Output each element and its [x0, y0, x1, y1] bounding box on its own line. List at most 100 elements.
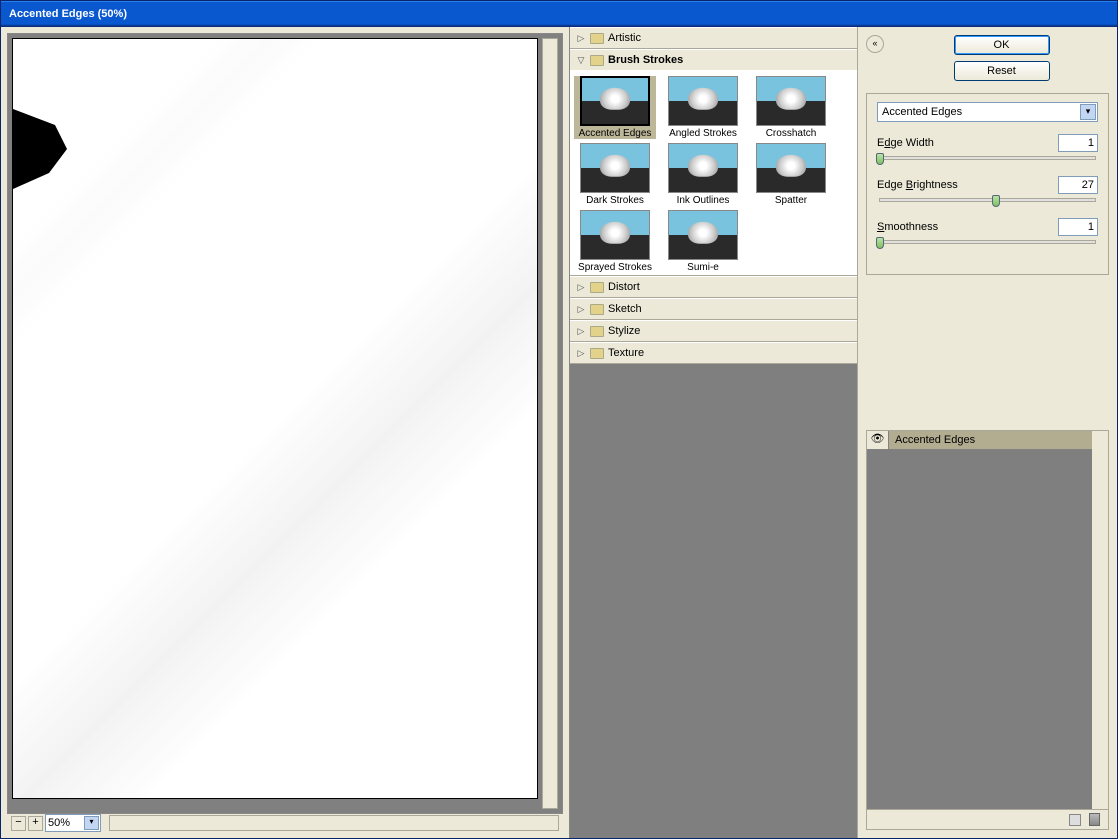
layers-scrollbar[interactable] — [1092, 431, 1108, 809]
brush-thumbnails: Accented Edges Angled Strokes Crosshatch — [570, 70, 857, 275]
folder-icon — [590, 304, 604, 315]
category-label: Artistic — [608, 32, 641, 44]
side-panel: « OK Reset Accented Edges ▾ Edge Width 1 — [857, 27, 1117, 838]
param-label: Edge Brightness — [877, 179, 958, 191]
smoothness-slider[interactable] — [879, 240, 1096, 244]
slider-thumb[interactable] — [876, 237, 884, 249]
filter-thumb-icon — [756, 143, 826, 193]
filter-thumb-icon — [668, 143, 738, 193]
preview-image[interactable] — [12, 38, 538, 799]
filter-list: ▷ Artistic ▽ Brush Strokes Accente — [570, 27, 857, 364]
ok-button[interactable]: OK — [954, 35, 1050, 55]
category-artistic-header[interactable]: ▷ Artistic — [570, 28, 857, 48]
chevron-down-icon[interactable]: ▾ — [1080, 104, 1096, 120]
effect-layer-name: Accented Edges — [889, 434, 1092, 446]
category-sketch-header[interactable]: ▷ Sketch — [570, 299, 857, 319]
edge-brightness-input[interactable]: 27 — [1058, 176, 1098, 194]
slider-thumb[interactable] — [876, 153, 884, 165]
visibility-eye-icon[interactable]: 👁 — [867, 431, 889, 449]
zoom-out-button[interactable]: − — [11, 816, 26, 831]
filter-thumb-icon — [756, 76, 826, 126]
filter-spatter[interactable]: Spatter — [750, 143, 832, 206]
filter-categories-panel: ▷ Artistic ▽ Brush Strokes Accente — [569, 27, 857, 838]
category-texture: ▷ Texture — [570, 342, 857, 364]
filter-thumb-icon — [580, 210, 650, 260]
zoom-in-button[interactable]: + — [28, 816, 43, 831]
param-edge-brightness: Edge Brightness 27 — [877, 176, 1098, 202]
category-stylize-header[interactable]: ▷ Stylize — [570, 321, 857, 341]
preview-sketch-canvas — [13, 39, 537, 798]
layer-footer — [867, 809, 1108, 829]
new-effect-layer-icon[interactable] — [1069, 814, 1081, 826]
triangle-right-icon: ▷ — [576, 326, 586, 337]
effect-layers-panel: 👁 Accented Edges — [866, 430, 1109, 830]
layer-list: 👁 Accented Edges — [867, 431, 1092, 809]
zoom-combo[interactable]: 50% ▾ — [45, 814, 101, 832]
filter-thumb-icon — [580, 143, 650, 193]
param-label: Smoothness — [877, 221, 938, 233]
param-label: Edge Width — [877, 137, 934, 149]
category-stylize: ▷ Stylize — [570, 320, 857, 342]
trash-icon[interactable] — [1089, 813, 1100, 826]
param-edge-width: Edge Width 1 — [877, 134, 1098, 160]
selected-filter-name: Accented Edges — [882, 106, 962, 118]
edge-width-slider[interactable] — [879, 156, 1096, 160]
zoom-row: − + 50% ▾ — [7, 814, 563, 832]
titlebar[interactable]: Accented Edges (50%) — [1, 1, 1117, 27]
folder-icon — [590, 348, 604, 359]
effect-layer-row[interactable]: 👁 Accented Edges — [867, 431, 1092, 450]
category-sketch: ▷ Sketch — [570, 298, 857, 320]
filter-sumi-e[interactable]: Sumi-e — [662, 210, 744, 273]
edge-brightness-slider[interactable] — [879, 198, 1096, 202]
category-label: Sketch — [608, 303, 642, 315]
category-texture-header[interactable]: ▷ Texture — [570, 343, 857, 363]
edge-width-input[interactable]: 1 — [1058, 134, 1098, 152]
window-title: Accented Edges (50%) — [9, 8, 127, 20]
folder-icon — [590, 326, 604, 337]
filter-crosshatch[interactable]: Crosshatch — [750, 76, 832, 139]
filter-thumb-label: Sumi-e — [662, 262, 744, 273]
filter-accented-edges[interactable]: Accented Edges — [574, 76, 656, 139]
param-smoothness: Smoothness 1 — [877, 218, 1098, 244]
filter-angled-strokes[interactable]: Angled Strokes — [662, 76, 744, 139]
filter-dark-strokes[interactable]: Dark Strokes — [574, 143, 656, 206]
filter-thumb-label: Ink Outlines — [662, 195, 744, 206]
category-artistic: ▷ Artistic — [570, 27, 857, 49]
filter-thumb-label: Sprayed Strokes — [574, 262, 656, 273]
category-distort-header[interactable]: ▷ Distort — [570, 277, 857, 297]
preview-frame — [7, 33, 563, 814]
filter-thumb-label: Dark Strokes — [574, 195, 656, 206]
category-label: Distort — [608, 281, 640, 293]
filter-thumb-label: Angled Strokes — [662, 128, 744, 139]
filter-thumb-icon — [580, 76, 650, 126]
triangle-right-icon: ▷ — [576, 348, 586, 359]
filter-select-combo[interactable]: Accented Edges ▾ — [877, 102, 1098, 122]
category-distort: ▷ Distort — [570, 276, 857, 298]
reset-button[interactable]: Reset — [954, 61, 1050, 81]
slider-thumb[interactable] — [992, 195, 1000, 207]
smoothness-input[interactable]: 1 — [1058, 218, 1098, 236]
filter-thumb-label: Accented Edges — [574, 128, 656, 139]
preview-panel: − + 50% ▾ — [1, 27, 569, 838]
triangle-right-icon: ▷ — [576, 304, 586, 315]
filter-thumb-label: Spatter — [750, 195, 832, 206]
category-brush-strokes: ▽ Brush Strokes Accented Edges Angled St… — [570, 49, 857, 276]
category-label: Texture — [608, 347, 644, 359]
triangle-right-icon: ▷ — [576, 33, 586, 44]
folder-icon — [590, 33, 604, 44]
triangle-down-icon: ▽ — [576, 55, 586, 66]
filter-ink-outlines[interactable]: Ink Outlines — [662, 143, 744, 206]
filter-gallery-window: Accented Edges (50%) − + 50% ▾ — [0, 0, 1118, 839]
category-brush-header[interactable]: ▽ Brush Strokes — [570, 50, 857, 70]
preview-scrollbar-horizontal[interactable] — [109, 815, 559, 831]
chevron-down-icon[interactable]: ▾ — [84, 816, 99, 830]
filter-thumb-icon — [668, 76, 738, 126]
category-label: Brush Strokes — [608, 54, 683, 66]
content: − + 50% ▾ ▷ Artistic — [1, 27, 1117, 838]
category-label: Stylize — [608, 325, 640, 337]
preview-scrollbar-vertical[interactable] — [542, 38, 558, 809]
filter-sprayed-strokes[interactable]: Sprayed Strokes — [574, 210, 656, 273]
filter-thumb-label: Crosshatch — [750, 128, 832, 139]
zoom-value: 50% — [48, 817, 70, 829]
collapse-button[interactable]: « — [866, 35, 884, 53]
